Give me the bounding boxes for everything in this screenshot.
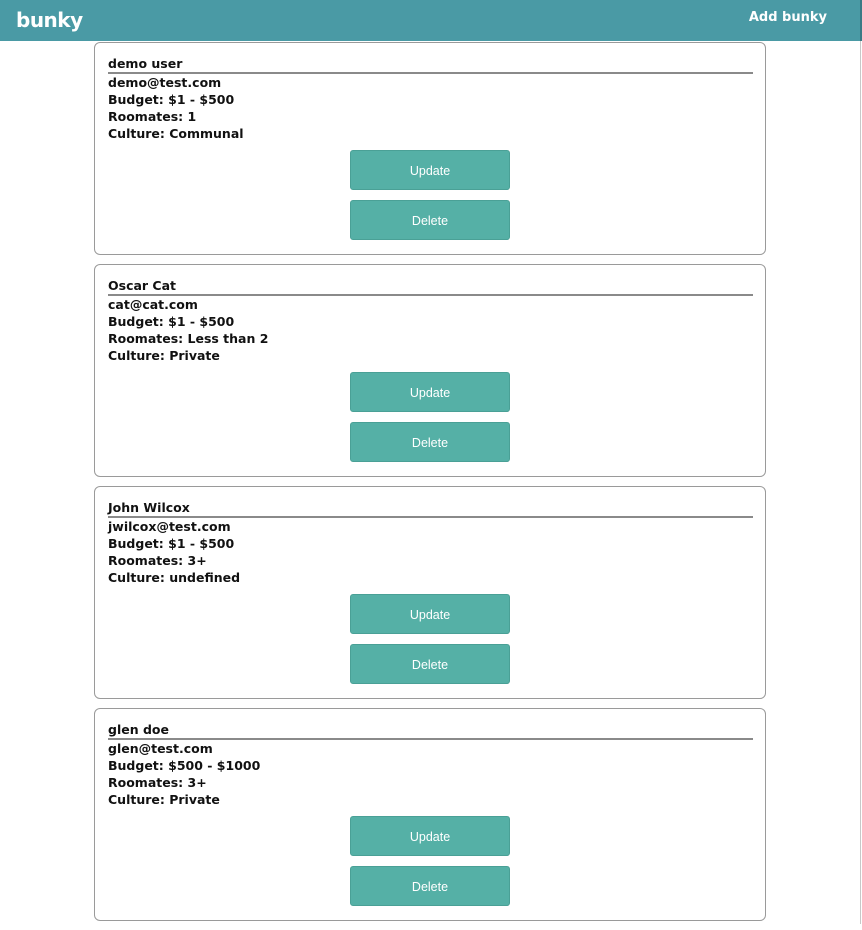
- bunky-card-list: demo user demo@test.com Budget: $1 - $50…: [94, 42, 766, 930]
- top-navbar: bunky Add bunky: [0, 0, 862, 41]
- add-bunky-link[interactable]: Add bunky: [749, 10, 827, 25]
- delete-button[interactable]: Delete: [350, 644, 510, 684]
- card-email: demo@test.com: [108, 75, 222, 90]
- update-button[interactable]: Update: [350, 594, 510, 634]
- card-email: cat@cat.com: [108, 297, 198, 312]
- card-culture: Culture: Private: [108, 348, 220, 363]
- bunky-card: demo user demo@test.com Budget: $1 - $50…: [94, 42, 766, 255]
- card-email: jwilcox@test.com: [108, 519, 231, 534]
- delete-button[interactable]: Delete: [350, 200, 510, 240]
- card-details: jwilcox@test.com Budget: $1 - $500 Rooma…: [108, 518, 240, 586]
- card-roommates: Roomates: 3+: [108, 553, 207, 568]
- delete-button[interactable]: Delete: [350, 422, 510, 462]
- card-roommates: Roomates: 1: [108, 109, 197, 124]
- card-details: cat@cat.com Budget: $1 - $500 Roomates: …: [108, 296, 268, 364]
- card-budget: Budget: $1 - $500: [108, 314, 235, 329]
- card-culture: Culture: Communal: [108, 126, 244, 141]
- delete-button[interactable]: Delete: [350, 866, 510, 906]
- bunky-card: glen doe glen@test.com Budget: $500 - $1…: [94, 708, 766, 921]
- update-button[interactable]: Update: [350, 150, 510, 190]
- card-name: demo user: [108, 56, 753, 74]
- bunky-card: John Wilcox jwilcox@test.com Budget: $1 …: [94, 486, 766, 699]
- update-button[interactable]: Update: [350, 816, 510, 856]
- update-button[interactable]: Update: [350, 372, 510, 412]
- card-culture: Culture: Private: [108, 792, 220, 807]
- brand-logo[interactable]: bunky: [16, 8, 83, 32]
- card-name: Oscar Cat: [108, 278, 753, 296]
- card-culture: Culture: undefined: [108, 570, 241, 585]
- card-email: glen@test.com: [108, 741, 213, 756]
- bunky-card: Oscar Cat cat@cat.com Budget: $1 - $500 …: [94, 264, 766, 477]
- card-roommates: Roomates: Less than 2: [108, 331, 269, 346]
- card-roommates: Roomates: 3+: [108, 775, 207, 790]
- card-budget: Budget: $1 - $500: [108, 92, 235, 107]
- card-name: John Wilcox: [108, 500, 753, 518]
- card-budget: Budget: $1 - $500: [108, 536, 235, 551]
- page-edge-divider: [860, 41, 861, 924]
- card-budget: Budget: $500 - $1000: [108, 758, 261, 773]
- card-name: glen doe: [108, 722, 753, 740]
- card-details: demo@test.com Budget: $1 - $500 Roomates…: [108, 74, 244, 142]
- card-details: glen@test.com Budget: $500 - $1000 Rooma…: [108, 740, 260, 808]
